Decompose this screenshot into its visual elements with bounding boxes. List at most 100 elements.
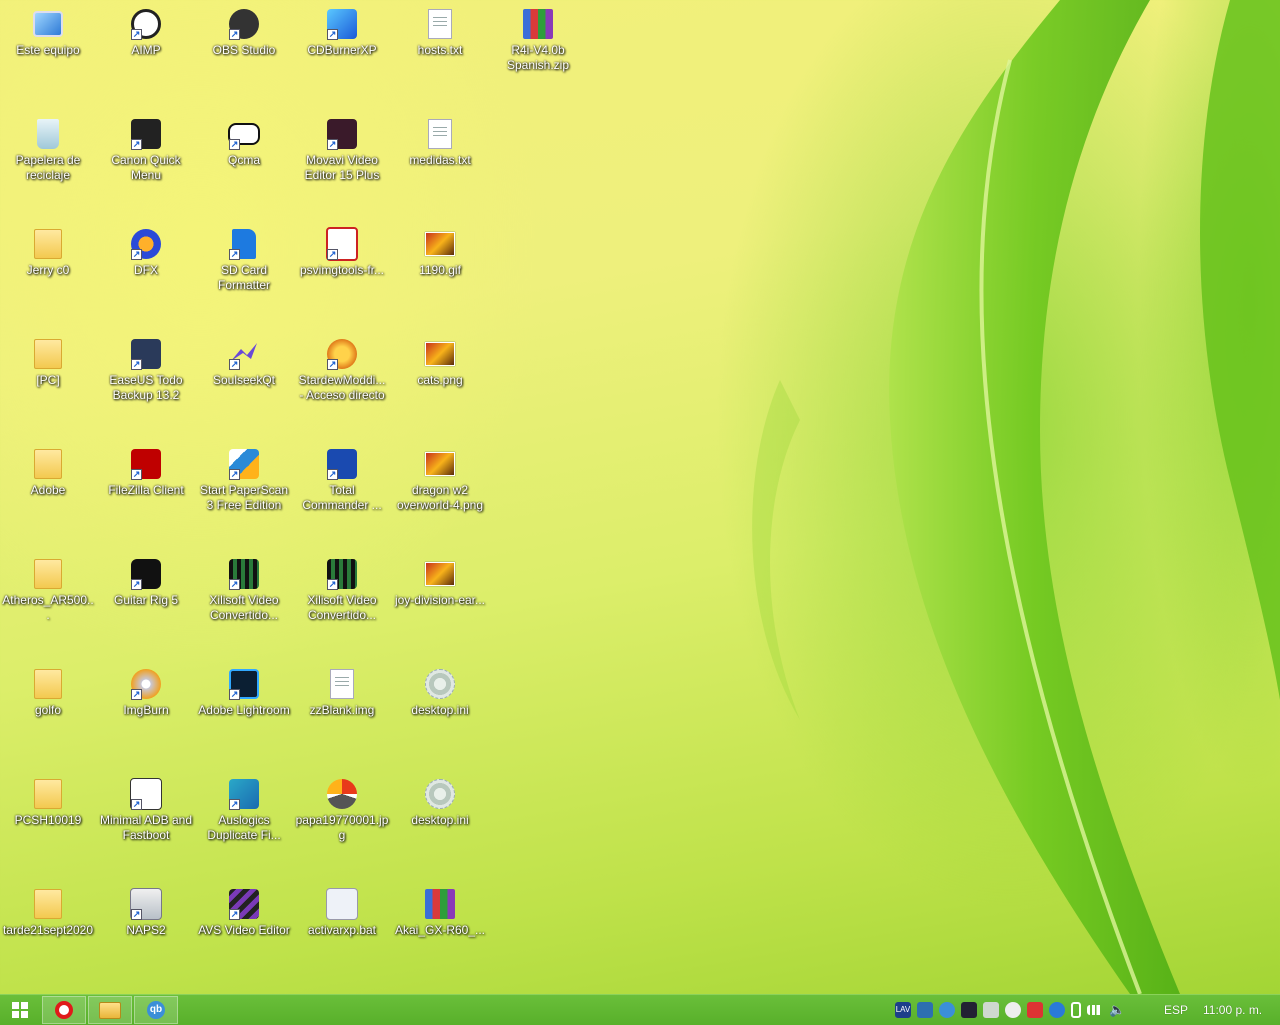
image-file-icon: [424, 338, 456, 370]
desktop-icon-label: Este equipo: [16, 43, 80, 57]
desktop-icon[interactable]: ↗ Start PaperScan 3 Free Edition: [196, 442, 292, 538]
desktop-icon[interactable]: ↗ NAPS2: [98, 882, 194, 978]
desktop-icon[interactable]: ↗ EaseUS Todo Backup 13.2: [98, 332, 194, 428]
folder-icon: [32, 888, 64, 920]
desktop-icon[interactable]: medidas.txt: [392, 112, 488, 208]
desktop-icon[interactable]: ↗ psvimgtools-fr...: [294, 222, 390, 318]
desktop-icon[interactable]: ↗ Canon Quick Menu: [98, 112, 194, 208]
desktop-icon[interactable]: Adobe: [0, 442, 96, 538]
desktop-icon[interactable]: ↗ StardewModdi... - Acceso directo: [294, 332, 390, 428]
taskbar-opera-button[interactable]: [42, 996, 86, 1024]
taskbar-file-explorer-button[interactable]: [88, 996, 132, 1024]
folder-icon: [32, 778, 64, 810]
flag-warning-icon[interactable]: [1027, 1002, 1043, 1018]
shortcut-arrow-icon: ↗: [327, 139, 338, 150]
desktop-icon[interactable]: zzBlank.img: [294, 662, 390, 758]
cloud-sync-icon[interactable]: [1005, 1002, 1021, 1018]
desktop-icon[interactable]: Papelera de reciclaje: [0, 112, 96, 208]
qbittorrent-icon: qb: [147, 1001, 165, 1019]
desktop-icon[interactable]: ↗ OBS Studio: [196, 2, 292, 98]
onedrive-icon[interactable]: [1049, 1002, 1065, 1018]
text-file-icon: [424, 8, 456, 40]
opera-icon: [55, 1001, 73, 1019]
desktop-icon[interactable]: tarde21sept2020: [0, 882, 96, 978]
desktop-icon[interactable]: papa19770001.jpg: [294, 772, 390, 868]
shortcut-arrow-icon: ↗: [131, 139, 142, 150]
taskbar-clock[interactable]: 11:00 p. m.: [1203, 1003, 1262, 1017]
taskbar-qbittorrent-button[interactable]: qb: [134, 996, 178, 1024]
desktop-icon[interactable]: ↗ Xilisoft Video Convertido...: [196, 552, 292, 648]
desktop-icon[interactable]: cats.png: [392, 332, 488, 428]
lav-filters-icon[interactable]: LAV: [895, 1002, 911, 1018]
security-check-icon[interactable]: [983, 1002, 999, 1018]
start-button[interactable]: [0, 995, 40, 1025]
desktop-icon[interactable]: desktop.ini: [392, 662, 488, 758]
desktop-icon[interactable]: ↗ FileZilla Client: [98, 442, 194, 538]
desktop-icon[interactable]: ↗ Minimal ADB and Fastboot: [98, 772, 194, 868]
language-indicator-area: ESP: [1164, 995, 1188, 1025]
shortcut-arrow-icon: ↗: [229, 249, 240, 260]
desktop-icon-label: 1190.gif: [419, 263, 461, 277]
desktop-icon-label: psvimgtools-fr...: [299, 263, 385, 277]
shortcut-arrow-icon: ↗: [229, 139, 240, 150]
desktop-icon[interactable]: ↗ SoulseekQt: [196, 332, 292, 428]
shortcut-arrow-icon: ↗: [327, 579, 338, 590]
desktop-icon[interactable]: golfo: [0, 662, 96, 758]
desktop-icon[interactable]: activarxp.bat: [294, 882, 390, 978]
signal-bars-icon[interactable]: [1087, 1005, 1103, 1015]
desktop-icon[interactable]: ↗ AVS Video Editor: [196, 882, 292, 978]
xilisoft-icon: ↗: [228, 558, 260, 590]
desktop-icon[interactable]: ↗ CDBurnerXP: [294, 2, 390, 98]
system-tray: LAV 🔈: [892, 995, 1128, 1025]
desktop-icon-label: SoulseekQt: [212, 373, 276, 387]
desktop-icon[interactable]: PCSH10019: [0, 772, 96, 868]
desktop-icon-label: Start PaperScan 3 Free Edition: [199, 483, 289, 512]
network-adapter-icon[interactable]: [917, 1002, 933, 1018]
desktop-icon-label: Adobe Lightroom: [198, 703, 290, 717]
desktop-icon[interactable]: desktop.ini: [392, 772, 488, 868]
movavi-icon: ↗: [326, 118, 358, 150]
cdburner-icon: ↗: [326, 8, 358, 40]
desktop-icon[interactable]: ↗ Qcma: [196, 112, 292, 208]
img-file-icon: [326, 668, 358, 700]
desktop-icon[interactable]: joy-division-ear...: [392, 552, 488, 648]
language-indicator[interactable]: ESP: [1164, 1003, 1188, 1017]
desktop-icon[interactable]: ↗ DFX: [98, 222, 194, 318]
desktop-icon[interactable]: ↗ SD Card Formatter: [196, 222, 292, 318]
desktop-icon-label: FileZilla Client: [108, 483, 184, 497]
desktop-icon[interactable]: ↗ Adobe Lightroom: [196, 662, 292, 758]
desktop-icon[interactable]: ↗ ImgBurn: [98, 662, 194, 758]
desktop-icon[interactable]: ↗ Guitar Rig 5: [98, 552, 194, 648]
desktop-icon[interactable]: Atheros_AR500...: [0, 552, 96, 648]
total-commander-icon: ↗: [326, 448, 358, 480]
desktop-icon-label: golfo: [34, 703, 62, 717]
monitor-tray-icon[interactable]: [961, 1002, 977, 1018]
desktop-icon-label: Total Commander ...: [302, 483, 382, 512]
desktop-icon[interactable]: ↗ Auslogics Duplicate Fi...: [196, 772, 292, 868]
battery-icon[interactable]: [1071, 1002, 1081, 1018]
shortcut-arrow-icon: ↗: [327, 359, 338, 370]
desktop-icon-label: AIMP: [131, 43, 161, 57]
desktop-icon[interactable]: Jerry c0: [0, 222, 96, 318]
image-file-icon: [424, 448, 456, 480]
desktop-icon[interactable]: Akai_GX-R60_...: [392, 882, 488, 978]
desktop-icon[interactable]: ↗ AIMP: [98, 2, 194, 98]
desktop-icon-label: ImgBurn: [123, 703, 169, 717]
desktop-icon[interactable]: [PC]: [0, 332, 96, 428]
desktop-icon[interactable]: 1190.gif: [392, 222, 488, 318]
desktop-icon-label: Akai_GX-R60_...: [394, 923, 486, 937]
desktop-icon[interactable]: ↗ Total Commander ...: [294, 442, 390, 538]
desktop-icon[interactable]: dragon w2 overworld-4.png: [392, 442, 488, 538]
imgburn-icon: ↗: [130, 668, 162, 700]
desktop-icon[interactable]: Este equipo: [0, 2, 96, 98]
desktop-icon[interactable]: hosts.txt: [392, 2, 488, 98]
desktop-icon[interactable]: R4i-V4.0b Spanish.zip: [490, 2, 586, 98]
desktop-icon[interactable]: ↗ Xilisoft Video Convertido...: [294, 552, 390, 648]
settings-file-icon: [424, 778, 456, 810]
volume-icon[interactable]: 🔈: [1109, 1002, 1125, 1018]
desktop-icon-label: Guitar Rig 5: [113, 593, 179, 607]
qbittorrent-tray-icon[interactable]: [939, 1002, 955, 1018]
desktop-icon[interactable]: ↗ Movavi Video Editor 15 Plus: [294, 112, 390, 208]
shortcut-arrow-icon: ↗: [131, 249, 142, 260]
desktop-icon-label: [PC]: [36, 373, 60, 387]
